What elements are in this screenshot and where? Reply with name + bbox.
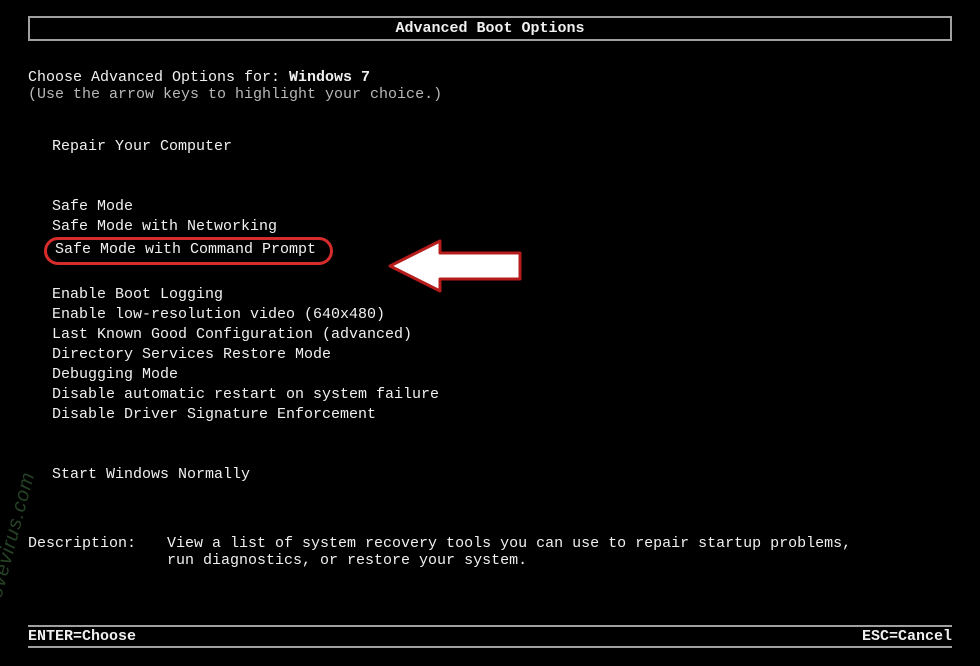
spacer xyxy=(52,177,952,197)
description-block: Description: View a list of system recov… xyxy=(0,485,980,569)
spacer xyxy=(52,425,952,445)
menu-item-low-res[interactable]: Enable low-resolution video (640x480) xyxy=(52,305,952,325)
description-label: Description: xyxy=(28,535,158,552)
intro-prefix: Choose Advanced Options for: xyxy=(28,69,289,86)
menu-item-repair[interactable]: Repair Your Computer xyxy=(52,137,952,157)
menu-item-safe-mode-networking[interactable]: Safe Mode with Networking xyxy=(52,217,952,237)
footer-esc: ESC=Cancel xyxy=(862,628,952,645)
boot-menu[interactable]: Repair Your Computer Safe Mode Safe Mode… xyxy=(28,137,952,485)
spacer xyxy=(52,265,952,285)
intro-line: Choose Advanced Options for: Windows 7 xyxy=(28,69,952,86)
menu-item-start-normal[interactable]: Start Windows Normally xyxy=(52,465,952,485)
menu-item-safe-mode-cmd[interactable]: Safe Mode with Command Prompt xyxy=(44,237,333,265)
spacer xyxy=(52,157,952,177)
menu-item-debug[interactable]: Debugging Mode xyxy=(52,365,952,385)
menu-item-dsrm[interactable]: Directory Services Restore Mode xyxy=(52,345,952,365)
page-title: Advanced Boot Options xyxy=(395,20,584,37)
menu-item-safe-mode-cmd-wrapper[interactable]: Safe Mode with Command Prompt xyxy=(52,237,952,265)
spacer xyxy=(52,445,952,465)
menu-item-lkgc[interactable]: Last Known Good Configuration (advanced) xyxy=(52,325,952,345)
footer-bar: ENTER=Choose ESC=Cancel xyxy=(28,625,952,648)
title-bar: Advanced Boot Options xyxy=(28,16,952,41)
menu-item-boot-logging[interactable]: Enable Boot Logging xyxy=(52,285,952,305)
os-name: Windows 7 xyxy=(289,69,370,86)
menu-item-safe-mode[interactable]: Safe Mode xyxy=(52,197,952,217)
content-area: Choose Advanced Options for: Windows 7 (… xyxy=(0,41,980,485)
menu-item-no-driver-sig[interactable]: Disable Driver Signature Enforcement xyxy=(52,405,952,425)
menu-item-no-auto-restart[interactable]: Disable automatic restart on system fail… xyxy=(52,385,952,405)
footer-enter: ENTER=Choose xyxy=(28,628,136,645)
hint-line: (Use the arrow keys to highlight your ch… xyxy=(28,86,952,103)
description-text: View a list of system recovery tools you… xyxy=(167,535,867,569)
